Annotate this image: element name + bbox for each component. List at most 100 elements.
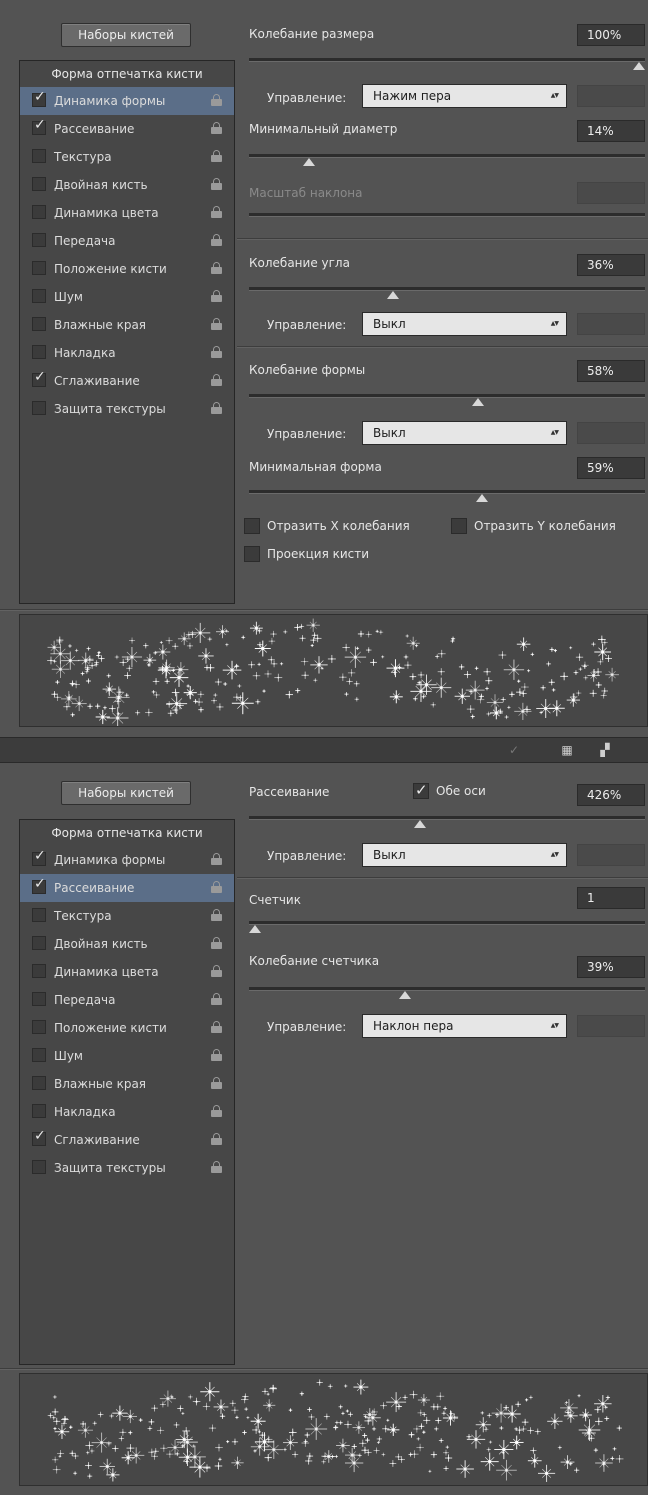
scatter-control-select[interactable]: Выкл ▲▼ xyxy=(362,843,567,867)
size-jitter-slider[interactable] xyxy=(249,58,645,70)
roundness-control-select[interactable]: Выкл ▲▼ xyxy=(362,421,567,445)
lock-icon[interactable] xyxy=(211,1021,222,1033)
option-6[interactable]: Положение кисти xyxy=(20,255,234,283)
lock-icon[interactable] xyxy=(211,937,222,949)
count-jitter-value[interactable]: 39% xyxy=(577,956,645,978)
option-3[interactable]: Двойная кисть xyxy=(20,930,234,958)
brush-tip-shape-header[interactable]: Форма отпечатка кисти xyxy=(20,61,234,87)
option-checkbox[interactable] xyxy=(32,908,46,922)
option-7[interactable]: Шум xyxy=(20,283,234,311)
brush-tip-shape-header[interactable]: Форма отпечатка кисти xyxy=(20,820,234,846)
option-checkbox[interactable] xyxy=(32,289,46,303)
min-diameter-value[interactable]: 14% xyxy=(577,120,645,142)
brush-presets-button[interactable]: Наборы кистей xyxy=(61,23,191,47)
both-axes-checkbox[interactable]: ✓ xyxy=(413,781,429,799)
option-5[interactable]: Передача xyxy=(20,227,234,255)
scatter-slider-thumb[interactable] xyxy=(414,820,426,828)
option-1[interactable]: ✓ Рассеивание xyxy=(20,874,234,902)
option-checkbox[interactable] xyxy=(32,936,46,950)
option-checkbox[interactable] xyxy=(32,261,46,275)
option-5[interactable]: Передача xyxy=(20,986,234,1014)
brush-projection-checkbox[interactable] xyxy=(244,546,260,562)
option-11[interactable]: Защита текстуры xyxy=(20,1154,234,1182)
option-checkbox[interactable] xyxy=(32,401,46,415)
option-3[interactable]: Двойная кисть xyxy=(20,171,234,199)
option-checkbox[interactable]: ✓ xyxy=(32,876,46,894)
count-jitter-slider[interactable] xyxy=(249,987,645,999)
lock-icon[interactable] xyxy=(211,1105,222,1117)
lock-icon[interactable] xyxy=(211,178,222,190)
count-slider[interactable] xyxy=(249,921,645,933)
brush-presets-button[interactable]: Наборы кистей xyxy=(61,781,191,805)
lock-icon[interactable] xyxy=(211,262,222,274)
new-preset-icon[interactable]: ▞ xyxy=(597,743,613,757)
option-checkbox[interactable] xyxy=(32,1076,46,1090)
option-10[interactable]: ✓ Сглаживание xyxy=(20,1126,234,1154)
option-9[interactable]: Накладка xyxy=(20,339,234,367)
lock-icon[interactable] xyxy=(211,94,222,106)
option-checkbox[interactable] xyxy=(32,964,46,978)
option-checkbox[interactable]: ✓ xyxy=(32,89,46,107)
option-6[interactable]: Положение кисти xyxy=(20,1014,234,1042)
option-checkbox[interactable] xyxy=(32,992,46,1006)
count-slider-thumb[interactable] xyxy=(249,925,261,933)
option-checkbox[interactable] xyxy=(32,205,46,219)
angle-jitter-slider[interactable] xyxy=(249,287,645,299)
lock-icon[interactable] xyxy=(211,1161,222,1173)
option-checkbox[interactable]: ✓ xyxy=(32,117,46,135)
min-diameter-slider-thumb[interactable] xyxy=(303,158,315,166)
grid-panel-icon[interactable]: ▦ xyxy=(559,743,575,757)
scatter-slider[interactable] xyxy=(249,816,645,828)
option-checkbox[interactable] xyxy=(32,1104,46,1118)
lock-icon[interactable] xyxy=(211,206,222,218)
option-checkbox[interactable] xyxy=(32,233,46,247)
option-2[interactable]: Текстура xyxy=(20,143,234,171)
option-0[interactable]: ✓ Динамика формы xyxy=(20,87,234,115)
lock-icon[interactable] xyxy=(211,122,222,134)
lock-icon[interactable] xyxy=(211,965,222,977)
angle-control-select[interactable]: Выкл ▲▼ xyxy=(362,312,567,336)
lock-icon[interactable] xyxy=(211,290,222,302)
lock-icon[interactable] xyxy=(211,150,222,162)
option-checkbox[interactable] xyxy=(32,345,46,359)
option-checkbox[interactable] xyxy=(32,177,46,191)
option-checkbox[interactable] xyxy=(32,1020,46,1034)
count-control-select[interactable]: Наклон пера ▲▼ xyxy=(362,1014,567,1038)
option-checkbox[interactable]: ✓ xyxy=(32,848,46,866)
lock-icon[interactable] xyxy=(211,234,222,246)
option-4[interactable]: Динамика цвета xyxy=(20,958,234,986)
roundness-jitter-slider[interactable] xyxy=(249,394,645,406)
lock-icon[interactable] xyxy=(211,993,222,1005)
option-checkbox[interactable] xyxy=(32,1048,46,1062)
option-1[interactable]: ✓ Рассеивание xyxy=(20,115,234,143)
size-control-select[interactable]: Нажим пера ▲▼ xyxy=(362,84,567,108)
option-10[interactable]: ✓ Сглаживание xyxy=(20,367,234,395)
option-9[interactable]: Накладка xyxy=(20,1098,234,1126)
angle-jitter-slider-thumb[interactable] xyxy=(387,291,399,299)
option-11[interactable]: Защита текстуры xyxy=(20,395,234,423)
roundness-jitter-slider-thumb[interactable] xyxy=(472,398,484,406)
option-8[interactable]: Влажные края xyxy=(20,311,234,339)
lock-icon[interactable] xyxy=(211,318,222,330)
option-2[interactable]: Текстура xyxy=(20,902,234,930)
size-jitter-value[interactable]: 100% xyxy=(577,24,645,46)
option-7[interactable]: Шум xyxy=(20,1042,234,1070)
option-0[interactable]: ✓ Динамика формы xyxy=(20,846,234,874)
angle-jitter-value[interactable]: 36% xyxy=(577,254,645,276)
flip-x-jitter-checkbox[interactable] xyxy=(244,518,260,534)
option-8[interactable]: Влажные края xyxy=(20,1070,234,1098)
lock-icon[interactable] xyxy=(211,1049,222,1061)
min-roundness-value[interactable]: 59% xyxy=(577,457,645,479)
min-roundness-slider[interactable] xyxy=(249,490,645,502)
lock-icon[interactable] xyxy=(211,1133,222,1145)
flip-y-jitter-checkbox[interactable] xyxy=(451,518,467,534)
lock-icon[interactable] xyxy=(211,881,222,893)
lock-icon[interactable] xyxy=(211,402,222,414)
option-4[interactable]: Динамика цвета xyxy=(20,199,234,227)
lock-icon[interactable] xyxy=(211,374,222,386)
option-checkbox[interactable] xyxy=(32,317,46,331)
count-value[interactable]: 1 xyxy=(577,887,645,909)
lock-icon[interactable] xyxy=(211,346,222,358)
count-jitter-slider-thumb[interactable] xyxy=(399,991,411,999)
lock-icon[interactable] xyxy=(211,909,222,921)
